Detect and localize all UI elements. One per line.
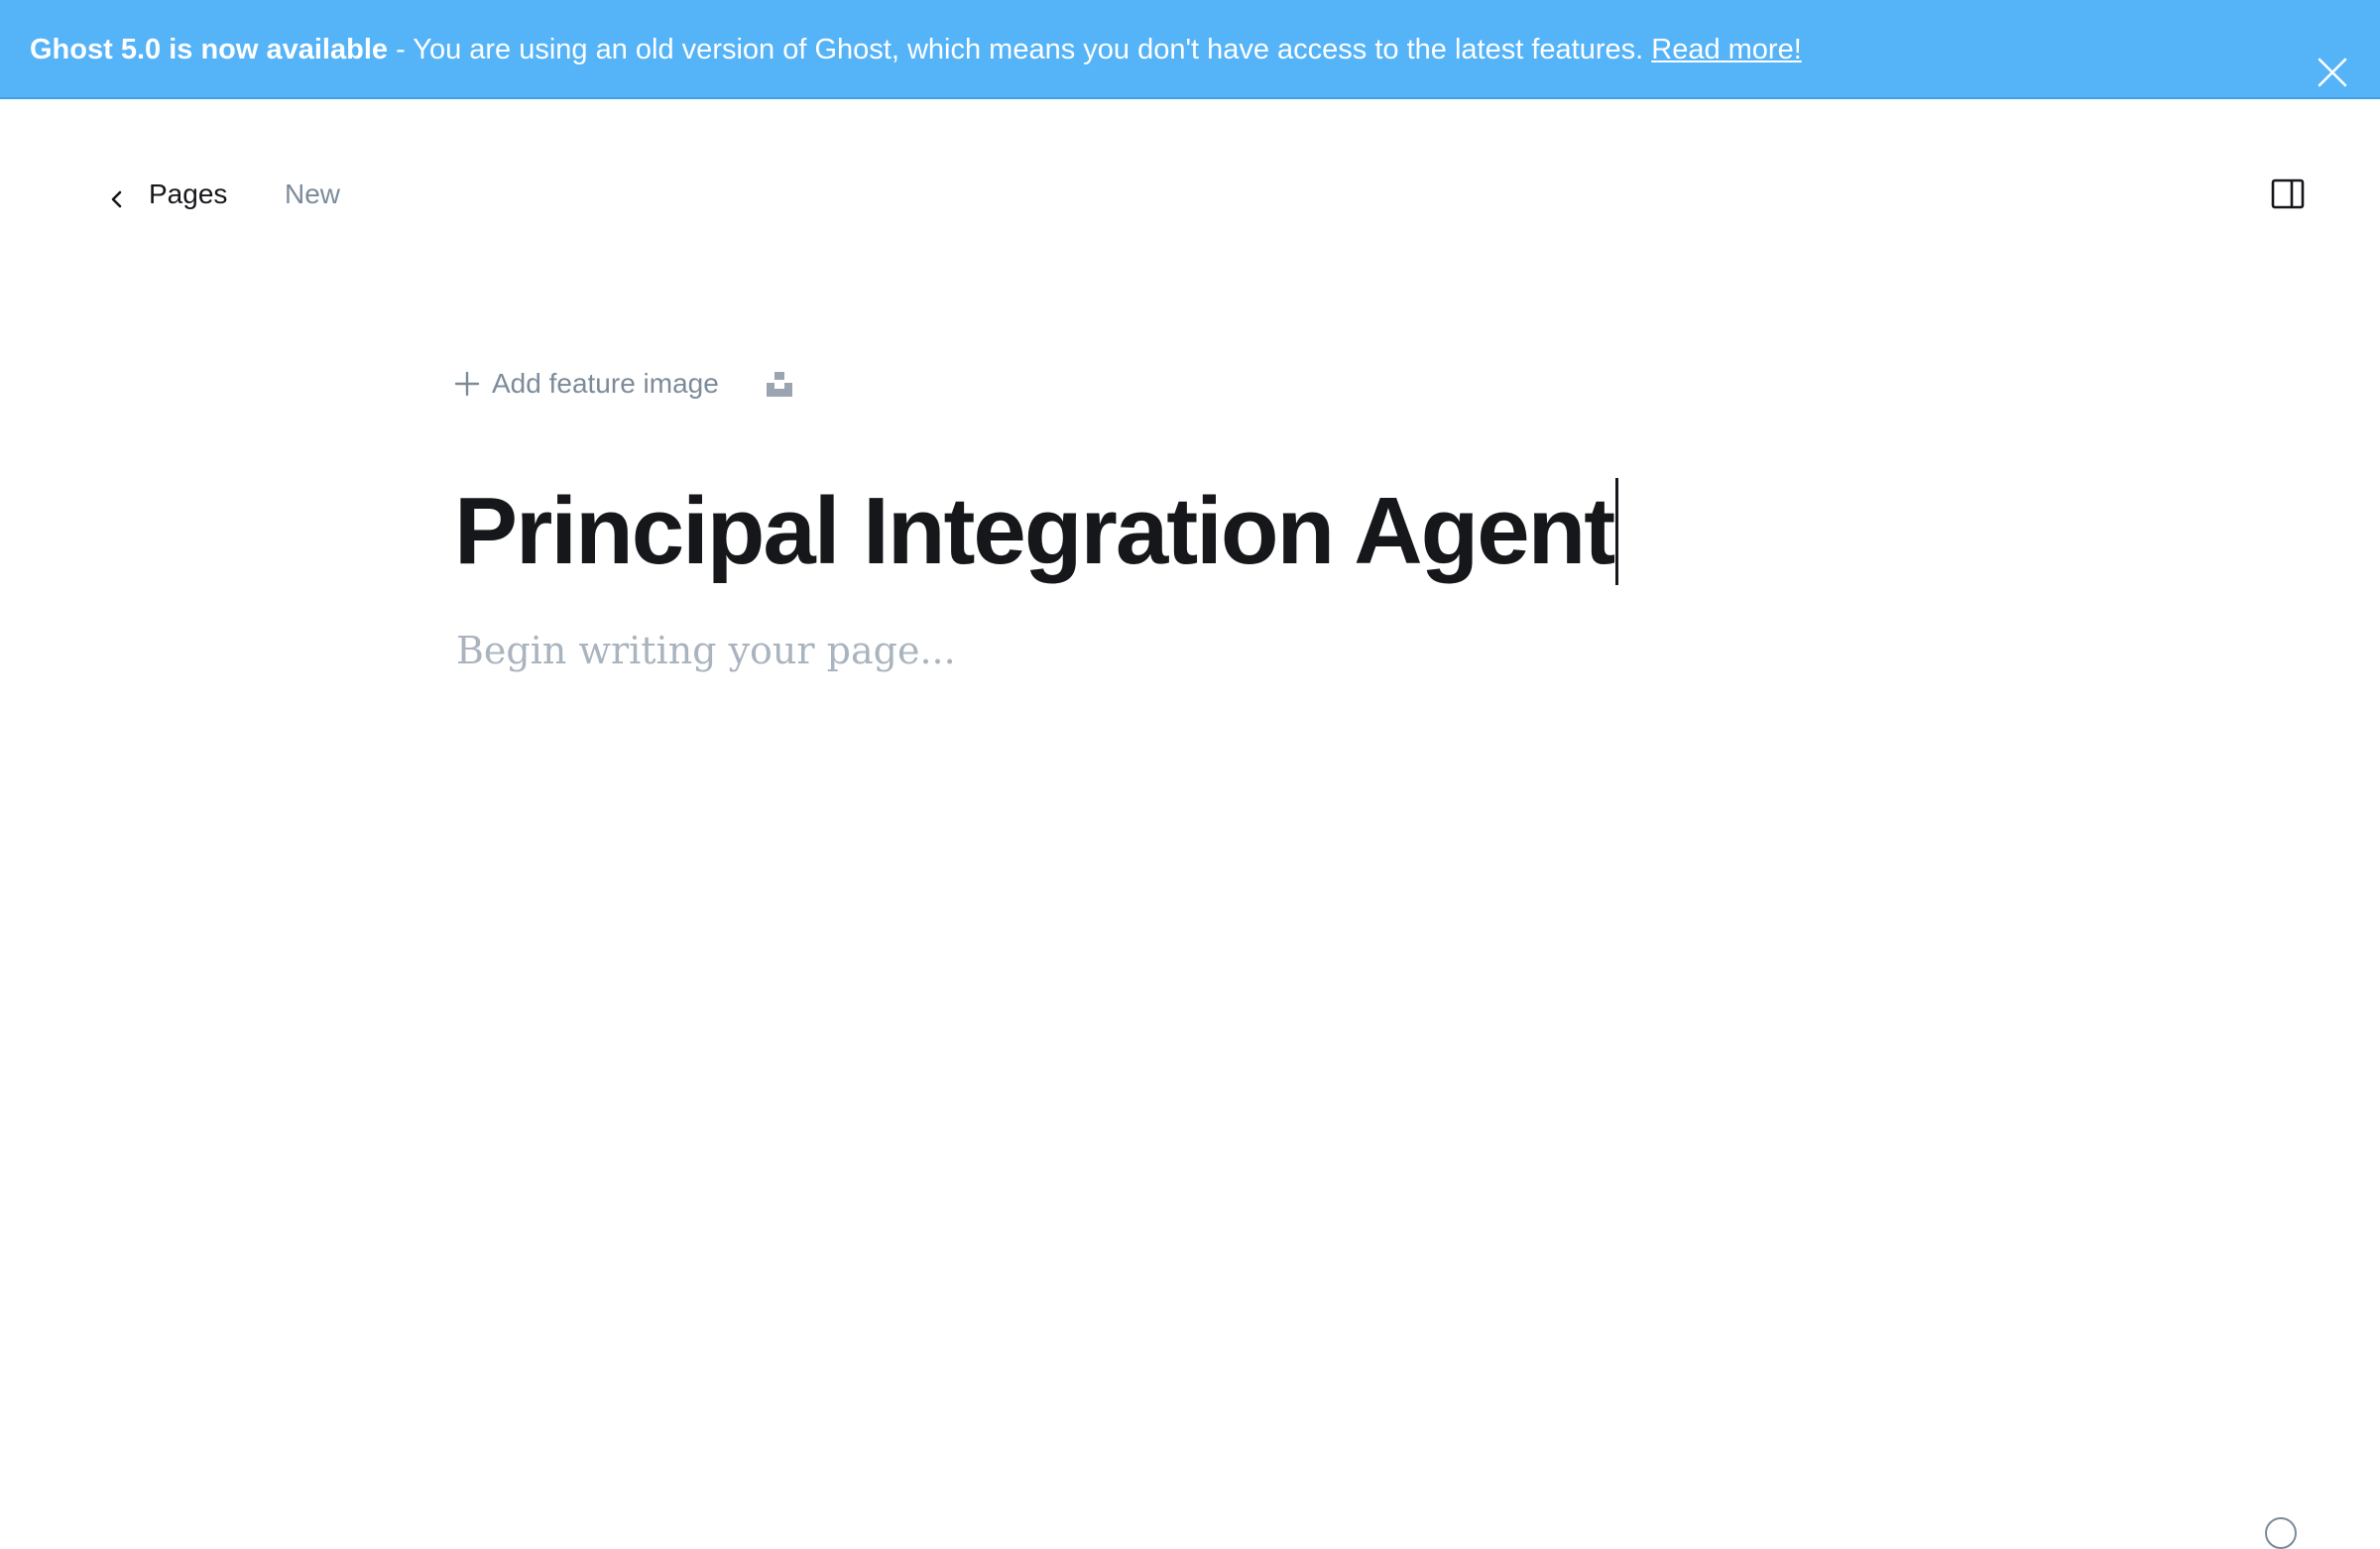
close-icon[interactable] — [2315, 32, 2350, 87]
add-feature-image-button[interactable]: Add feature image — [454, 368, 719, 400]
plus-icon — [454, 371, 480, 397]
title-field[interactable]: Principal Integration Agent — [454, 476, 1619, 587]
feature-image-row: Add feature image — [454, 362, 794, 406]
banner-message: - You are using an old version of Ghost,… — [388, 34, 1652, 65]
back-to-pages-link[interactable]: Pages — [107, 175, 227, 214]
text-cursor — [1615, 478, 1619, 585]
help-icon[interactable] — [2265, 1517, 2297, 1549]
body-editor-placeholder[interactable]: Begin writing your page... — [456, 623, 956, 678]
update-banner: Ghost 5.0 is now available - You are usi… — [0, 0, 2380, 99]
post-status: New — [285, 179, 341, 209]
sidebar-panel-icon[interactable] — [2271, 179, 2307, 210]
banner-headline: Ghost 5.0 is now available — [30, 34, 389, 65]
chevron-left-icon — [107, 184, 127, 208]
banner-text: Ghost 5.0 is now available - You are usi… — [30, 0, 1802, 99]
read-more-link[interactable]: Read more! — [1651, 34, 1802, 65]
page-title[interactable]: Principal Integration Agent — [454, 476, 1615, 587]
add-feature-image-label: Add feature image — [492, 368, 719, 399]
unsplash-icon[interactable] — [765, 369, 794, 399]
back-label: Pages — [149, 179, 228, 209]
